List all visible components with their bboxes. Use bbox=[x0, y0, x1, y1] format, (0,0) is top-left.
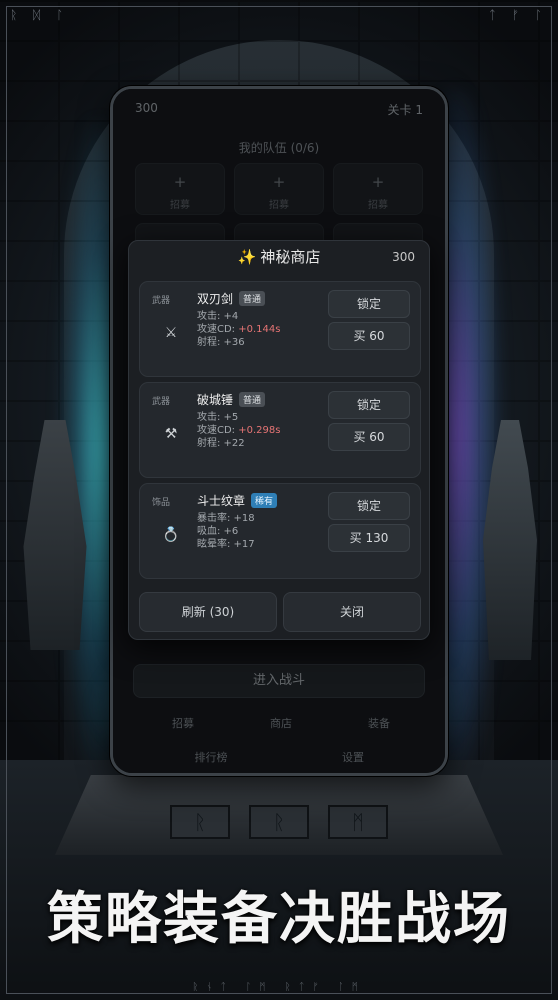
sparkle-icon: ✨ bbox=[237, 248, 257, 266]
shop-title-text: 神秘商店 bbox=[260, 248, 321, 266]
shop-item-card: 饰品 💍 斗士纹章 稀有 暴击率: +18 吸血: +6 眩晕率: +17 锁定 … bbox=[139, 483, 421, 579]
item-name-row: 斗士纹章 稀有 bbox=[197, 492, 278, 509]
rune-stone: ᚱ bbox=[170, 805, 230, 839]
buy-button[interactable]: 买 130 bbox=[328, 524, 410, 552]
rune-stone: ᛗ bbox=[328, 805, 388, 839]
rune-stone: ᚱ bbox=[249, 805, 309, 839]
item-name: 破城锤 bbox=[197, 393, 234, 407]
shop-item-card: 武器 ⚒ 破城锤 普通 攻击: +5 攻速CD: +0.298s 射程: +22 … bbox=[139, 382, 421, 478]
rarity-badge: 普通 bbox=[239, 392, 266, 407]
shop-gold: 300 bbox=[392, 250, 415, 264]
item-stat: 射程: +36 bbox=[197, 337, 245, 348]
lock-button[interactable]: 锁定 bbox=[328, 290, 410, 318]
buy-button[interactable]: 买 60 bbox=[328, 322, 410, 350]
rarity-badge: 稀有 bbox=[251, 493, 278, 508]
buy-button[interactable]: 买 60 bbox=[328, 423, 410, 451]
shop-item-card: 武器 ⚔ 双刃剑 普通 攻击: +4 攻速CD: +0.144s 射程: +36 … bbox=[139, 281, 421, 377]
item-name: 双刃剑 bbox=[197, 292, 234, 306]
item-stat: 射程: +22 bbox=[197, 438, 245, 449]
frame-runes: ᚱᚾᛏ ᛚᛗ ᚱᛏᚠ ᛚᛗ bbox=[192, 982, 366, 993]
crossed-hammers-icon: ⚒ bbox=[164, 426, 178, 442]
promo-slogan: 策略装备决胜战场 bbox=[47, 886, 511, 952]
crossed-swords-icon: ⚔ bbox=[164, 325, 178, 341]
mystery-shop-modal: ✨ 神秘商店 300 武器 ⚔ 双刃剑 普通 攻击: +4 攻速CD: +0.144… bbox=[128, 240, 430, 640]
frame-runes: ᛏ ᚠ ᛚ bbox=[488, 8, 548, 22]
item-name-row: 破城锤 普通 bbox=[197, 391, 266, 408]
close-button[interactable]: 关闭 bbox=[283, 592, 421, 632]
item-type: 武器 bbox=[152, 296, 171, 306]
ring-icon: 💍 bbox=[162, 527, 180, 543]
refresh-button[interactable]: 刷新 (30) bbox=[139, 592, 277, 632]
lock-button[interactable]: 锁定 bbox=[328, 391, 410, 419]
frame-runes: ᚱ ᛞ ᛚ bbox=[10, 8, 70, 22]
shop-title: ✨ 神秘商店 bbox=[129, 246, 429, 267]
rarity-badge: 普通 bbox=[239, 291, 266, 306]
item-name: 斗士纹章 bbox=[197, 494, 246, 508]
item-type: 饰品 bbox=[152, 498, 171, 508]
item-name-row: 双刃剑 普通 bbox=[197, 290, 266, 307]
item-type: 武器 bbox=[152, 397, 171, 407]
item-stat: 眩晕率: +17 bbox=[197, 539, 255, 550]
lock-button[interactable]: 锁定 bbox=[328, 492, 410, 520]
